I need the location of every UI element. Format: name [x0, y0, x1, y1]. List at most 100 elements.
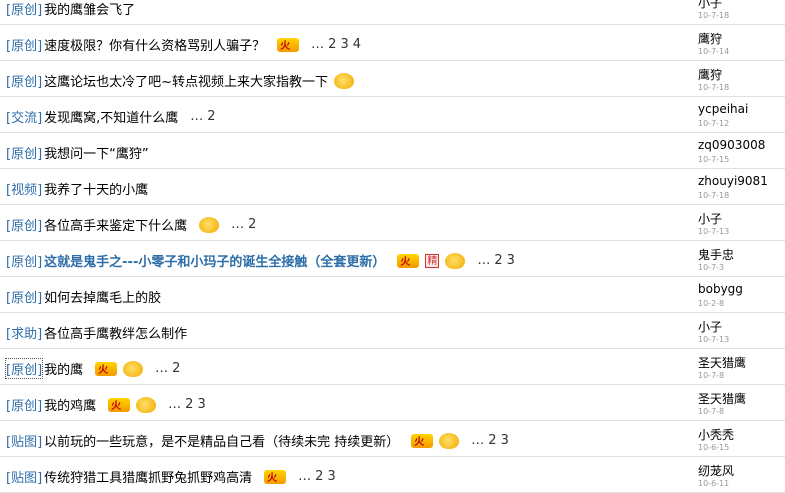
- thread-date: 10-6-15: [698, 443, 730, 452]
- hot-label: 火: [414, 436, 425, 448]
- thread-author-link[interactable]: zq0903008: [698, 138, 765, 152]
- pagination-ellipsis: …: [477, 253, 491, 268]
- smiley-icon: [199, 216, 220, 233]
- thread-title-link[interactable]: 发现鹰窝,不知道什么鹰: [44, 107, 178, 126]
- thread-title-line: [原创] 我的鹰 火 … 2: [4, 358, 184, 379]
- page-link[interactable]: 2: [328, 37, 336, 52]
- thread-author-link[interactable]: 纫茏风: [698, 462, 734, 479]
- thread-row: [原创] 我想问一下“鹰狩” zq0903008 10-7-15: [0, 133, 785, 169]
- thread-category-link[interactable]: [原创]: [6, 215, 42, 234]
- page-link[interactable]: 3: [327, 469, 335, 484]
- thread-author-link[interactable]: 小子: [698, 210, 722, 227]
- thread-title-link[interactable]: 传统狩猎工具猎鹰抓野兔抓野鸡高清: [44, 467, 252, 486]
- thread-pagination: … 2 3: [471, 433, 513, 448]
- hot-label: 火: [98, 364, 109, 376]
- thread-date: 10-7-18: [698, 83, 730, 92]
- page-link[interactable]: 2: [185, 397, 193, 412]
- thread-title-link[interactable]: 以前玩的一些玩意，是不是精品自己看（待续未完 持续更新）: [44, 431, 399, 450]
- thread-category-link[interactable]: [交流]: [6, 107, 42, 126]
- pagination-ellipsis: …: [298, 469, 312, 484]
- page-link[interactable]: 2: [488, 433, 496, 448]
- hot-label: 火: [280, 40, 291, 52]
- page-link[interactable]: 3: [507, 253, 515, 268]
- thread-row: [贴图] 传统狩猎工具猎鹰抓野兔抓野鸡高清 火 … 2 3 纫茏风 10-6-11: [0, 457, 785, 493]
- page-link[interactable]: 2: [172, 361, 180, 376]
- page-link[interactable]: 2: [315, 469, 323, 484]
- thread-title-link[interactable]: 我的鹰雏会飞了: [44, 0, 135, 18]
- thread-title-link[interactable]: 我的鸡鹰: [44, 395, 96, 414]
- thread-row: [交流] 发现鹰窝,不知道什么鹰 … 2 ycpeihai 10-7-12: [0, 97, 785, 133]
- thread-author-link[interactable]: zhouyi9081: [698, 174, 768, 188]
- thread-row: [原创] 我的鹰雏会飞了 小子 10-7-18: [0, 0, 785, 25]
- hot-thread-icon: 火: [95, 361, 118, 376]
- hot-label: 火: [111, 400, 122, 412]
- thread-row: [原创] 各位高手来鉴定下什么鹰 … 2 小子 10-7-13: [0, 205, 785, 241]
- thread-author-link[interactable]: 小秃秃: [698, 426, 734, 443]
- thread-category-link[interactable]: [原创]: [6, 287, 42, 306]
- thread-title-line: [原创] 速度极限？你有什么资格骂别人骗子？ 火 … 2 3 4: [6, 35, 365, 54]
- thread-title-link[interactable]: 如何去掉鹰毛上的胶: [44, 287, 161, 306]
- thread-author-link[interactable]: 鬼手忠: [698, 246, 734, 263]
- thread-author-link[interactable]: 鹰狩: [698, 66, 722, 83]
- thread-category-link[interactable]: [贴图]: [6, 467, 42, 486]
- thread-title-link[interactable]: 速度极限？你有什么资格骂别人骗子？: [44, 35, 265, 54]
- hot-thread-icon: 火: [264, 469, 287, 484]
- thread-row: [原创] 速度极限？你有什么资格骂别人骗子？ 火 … 2 3 4 鹰狩 10-7-14: [0, 25, 785, 61]
- smiley-icon: [136, 396, 157, 413]
- thread-date: 10-7-13: [698, 335, 730, 344]
- page-link[interactable]: 4: [353, 37, 361, 52]
- page-link[interactable]: 3: [197, 397, 205, 412]
- thread-title-link[interactable]: 我的鹰: [44, 359, 83, 378]
- page-link[interactable]: 2: [207, 109, 215, 124]
- thread-category-link[interactable]: [原创]: [6, 143, 42, 162]
- hot-thread-icon: 火: [108, 397, 131, 412]
- thread-title-link[interactable]: 我养了十天的小鹰: [44, 179, 148, 198]
- thread-title-line: [原创] 我的鹰雏会飞了: [6, 0, 141, 18]
- thread-title-line: [原创] 这鹰论坛也太冷了吧~转点视频上来大家指教一下: [6, 71, 355, 90]
- thread-category-link[interactable]: [原创]: [4, 358, 44, 379]
- thread-pagination: … 2: [190, 109, 219, 124]
- pagination-ellipsis: …: [190, 109, 204, 124]
- thread-author-link[interactable]: 圣天猎鹰: [698, 390, 746, 407]
- thread-category-link[interactable]: [原创]: [6, 35, 42, 54]
- thread-category-link[interactable]: [求助]: [6, 323, 42, 342]
- thread-title-link[interactable]: 各位高手鹰教绊怎么制作: [44, 323, 187, 342]
- thread-date: 10-7-13: [698, 227, 730, 236]
- thread-category-link[interactable]: [原创]: [6, 395, 42, 414]
- thread-row: [原创] 我的鸡鹰 火 … 2 3 圣天猎鹰 10-7-8: [0, 385, 785, 421]
- thread-title-line: [原创] 我的鸡鹰 火 … 2 3: [6, 395, 210, 414]
- page-link[interactable]: 3: [501, 433, 509, 448]
- thread-title-line: [求助] 各位高手鹰教绊怎么制作: [6, 323, 187, 342]
- page-link[interactable]: 2: [494, 253, 502, 268]
- thread-title-link[interactable]: 各位高手来鉴定下什么鹰: [44, 215, 187, 234]
- thread-category-link[interactable]: [原创]: [6, 71, 42, 90]
- thread-title-link[interactable]: 我想问一下“鹰狩”: [44, 143, 148, 162]
- thread-title-line: [贴图] 以前玩的一些玩意，是不是精品自己看（待续未完 持续更新） 火 … 2 3: [6, 431, 513, 450]
- thread-author-link[interactable]: 小子: [698, 318, 722, 335]
- thread-category-link[interactable]: [原创]: [6, 0, 42, 18]
- thread-date: 10-7-15: [698, 155, 730, 164]
- thread-author-link[interactable]: 鹰狩: [698, 30, 722, 47]
- page-link[interactable]: 2: [248, 217, 256, 232]
- thread-date: 10-6-11: [698, 479, 730, 488]
- thread-author-link[interactable]: bobygg: [698, 282, 743, 296]
- page-link[interactable]: 3: [340, 37, 348, 52]
- thread-pagination: … 2 3: [298, 469, 340, 484]
- thread-title-link[interactable]: 这就是鬼手之---小零子和小玛子的诞生全接触（全套更新）: [44, 251, 385, 270]
- thread-author-link[interactable]: 圣天猎鹰: [698, 354, 746, 371]
- thread-author-link[interactable]: 小子: [698, 0, 722, 11]
- pagination-ellipsis: …: [155, 361, 169, 376]
- thread-pagination: … 2 3 4: [311, 37, 365, 52]
- thread-date: 10-7-3: [698, 263, 725, 272]
- thread-category-link[interactable]: [贴图]: [6, 431, 42, 450]
- thread-row: [原创] 这就是鬼手之---小零子和小玛子的诞生全接触（全套更新） 火 精 … 2 3 鬼手忠…: [0, 241, 785, 277]
- pagination-ellipsis: …: [471, 433, 485, 448]
- thread-category-link[interactable]: [原创]: [6, 251, 42, 270]
- thread-date: 10-7-14: [698, 47, 730, 56]
- pagination-ellipsis: …: [231, 217, 245, 232]
- thread-title-link[interactable]: 这鹰论坛也太冷了吧~转点视频上来大家指教一下: [44, 71, 328, 90]
- thread-date: 10-7-18: [698, 191, 730, 200]
- thread-row: [原创] 这鹰论坛也太冷了吧~转点视频上来大家指教一下 鹰狩 10-7-18: [0, 61, 785, 97]
- thread-category-link[interactable]: [视频]: [6, 179, 42, 198]
- thread-author-link[interactable]: ycpeihai: [698, 102, 748, 116]
